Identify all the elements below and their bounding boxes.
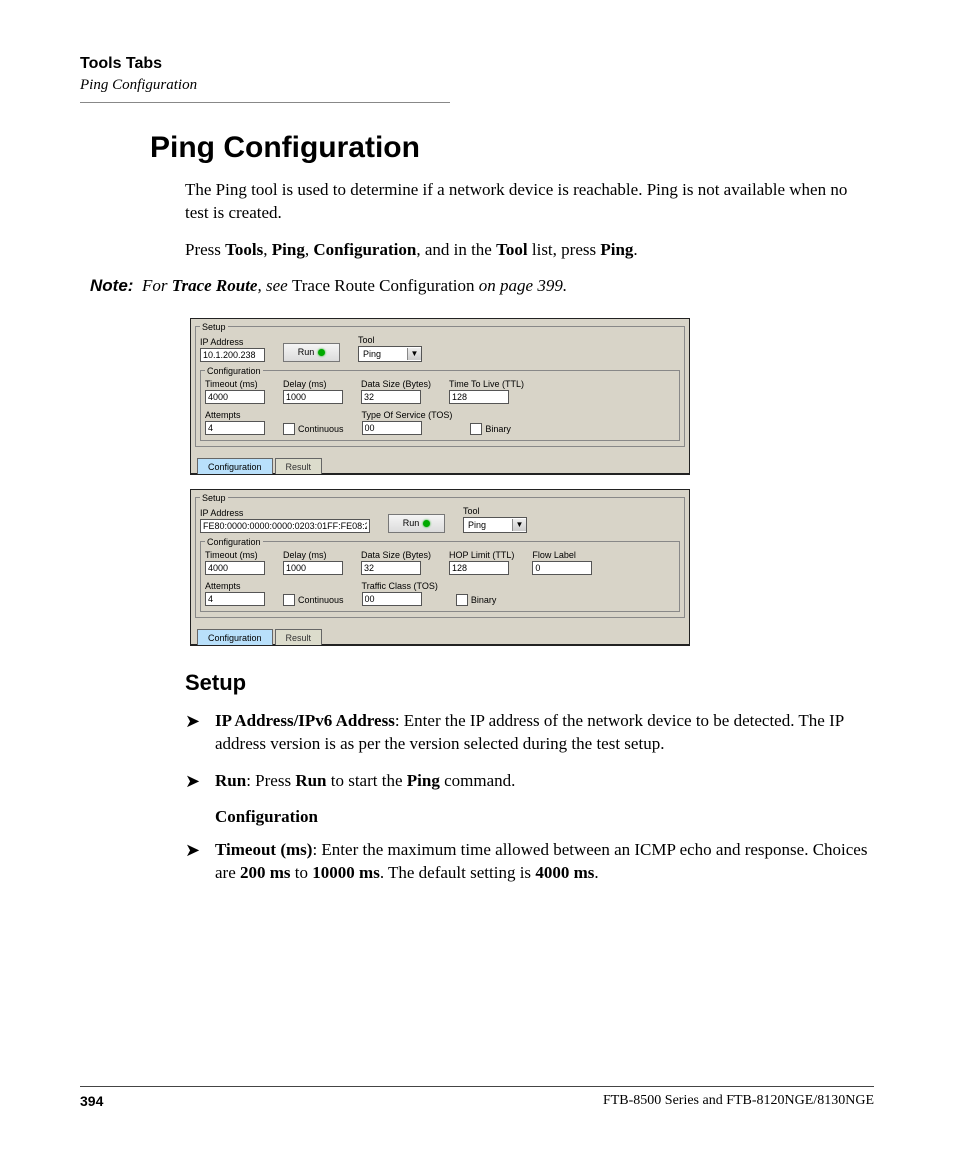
ip-address-input[interactable] xyxy=(200,519,370,533)
intro-paragraph-1: The Ping tool is used to determine if a … xyxy=(185,179,874,225)
timeout-label: Timeout (ms) xyxy=(205,379,265,389)
delay-input[interactable] xyxy=(283,390,343,404)
note: Note: For Trace Route, see Trace Route C… xyxy=(90,276,874,296)
datasize-label: Data Size (Bytes) xyxy=(361,379,431,389)
tool-label: Tool xyxy=(463,506,527,516)
delay-label: Delay (ms) xyxy=(283,550,343,560)
product-name: FTB-8500 Series and FTB-8120NGE/8130NGE xyxy=(603,1093,874,1109)
run-button[interactable]: Run xyxy=(388,514,445,533)
tool-label: Tool xyxy=(358,335,422,345)
datasize-input[interactable] xyxy=(361,561,421,575)
run-button[interactable]: Run xyxy=(283,343,340,362)
bullet-run: ➤ Run: Press Run to start the Ping comma… xyxy=(185,770,874,793)
header-section: Tools Tabs xyxy=(80,55,874,73)
ttl-input[interactable] xyxy=(449,390,509,404)
page-title: Ping Configuration xyxy=(150,131,874,165)
configuration-legend: Configuration xyxy=(205,537,263,547)
attempts-label: Attempts xyxy=(205,581,265,591)
ttl-label: Time To Live (TTL) xyxy=(449,379,524,389)
tos-label: Type Of Service (TOS) xyxy=(362,410,453,420)
timeout-input[interactable] xyxy=(205,390,265,404)
page-footer: 394 FTB-8500 Series and FTB-8120NGE/8130… xyxy=(80,1086,874,1109)
configuration-heading: Configuration xyxy=(215,807,874,827)
hoplimit-label: HOP Limit (TTL) xyxy=(449,550,514,560)
chevron-down-icon: ▼ xyxy=(407,348,421,360)
timeout-input[interactable] xyxy=(205,561,265,575)
tool-dropdown[interactable]: Ping ▼ xyxy=(463,517,527,533)
continuous-checkbox[interactable]: Continuous xyxy=(283,423,344,435)
tab-result[interactable]: Result xyxy=(275,629,323,645)
continuous-checkbox[interactable]: Continuous xyxy=(283,594,344,606)
ip-address-input[interactable] xyxy=(200,348,265,362)
configuration-legend: Configuration xyxy=(205,366,263,376)
bullet-arrow-icon: ➤ xyxy=(185,841,215,885)
header-subsection: Ping Configuration xyxy=(80,77,874,94)
page-number: 394 xyxy=(80,1093,103,1109)
tos-input[interactable] xyxy=(362,421,422,435)
tab-configuration[interactable]: Configuration xyxy=(197,629,273,645)
setup-legend: Setup xyxy=(200,493,228,503)
delay-label: Delay (ms) xyxy=(283,379,343,389)
tab-configuration[interactable]: Configuration xyxy=(197,458,273,474)
binary-checkbox[interactable]: Binary xyxy=(470,423,511,435)
flowlabel-input[interactable] xyxy=(532,561,592,575)
setup-heading: Setup xyxy=(185,670,874,696)
tab-result[interactable]: Result xyxy=(275,458,323,474)
trafficclass-label: Traffic Class (TOS) xyxy=(362,581,438,591)
tool-dropdown[interactable]: Ping ▼ xyxy=(358,346,422,362)
flowlabel-label: Flow Label xyxy=(532,550,592,560)
binary-checkbox[interactable]: Binary xyxy=(456,594,497,606)
bullet-arrow-icon: ➤ xyxy=(185,772,215,793)
bullet-arrow-icon: ➤ xyxy=(185,712,215,756)
ip-address-label: IP Address xyxy=(200,337,265,347)
attempts-input[interactable] xyxy=(205,592,265,606)
run-led-icon xyxy=(318,349,325,356)
setup-legend: Setup xyxy=(200,322,228,332)
hoplimit-input[interactable] xyxy=(449,561,509,575)
attempts-input[interactable] xyxy=(205,421,265,435)
screenshot-ipv6: Setup IP Address Run Tool Ping xyxy=(190,489,690,646)
bullet-timeout: ➤ Timeout (ms): Enter the maximum time a… xyxy=(185,839,874,885)
attempts-label: Attempts xyxy=(205,410,265,420)
chevron-down-icon: ▼ xyxy=(512,519,526,531)
trafficclass-input[interactable] xyxy=(362,592,422,606)
datasize-label: Data Size (Bytes) xyxy=(361,550,431,560)
bullet-ip-address: ➤ IP Address/IPv6 Address: Enter the IP … xyxy=(185,710,874,756)
run-led-icon xyxy=(423,520,430,527)
ip-address-label: IP Address xyxy=(200,508,370,518)
intro-paragraph-2: Press Tools, Ping, Configuration, and in… xyxy=(185,239,874,262)
note-label: Note: xyxy=(90,276,133,295)
header-rule xyxy=(80,102,450,103)
datasize-input[interactable] xyxy=(361,390,421,404)
screenshot-ipv4: Setup IP Address Run Tool Ping xyxy=(190,318,690,475)
timeout-label: Timeout (ms) xyxy=(205,550,265,560)
delay-input[interactable] xyxy=(283,561,343,575)
